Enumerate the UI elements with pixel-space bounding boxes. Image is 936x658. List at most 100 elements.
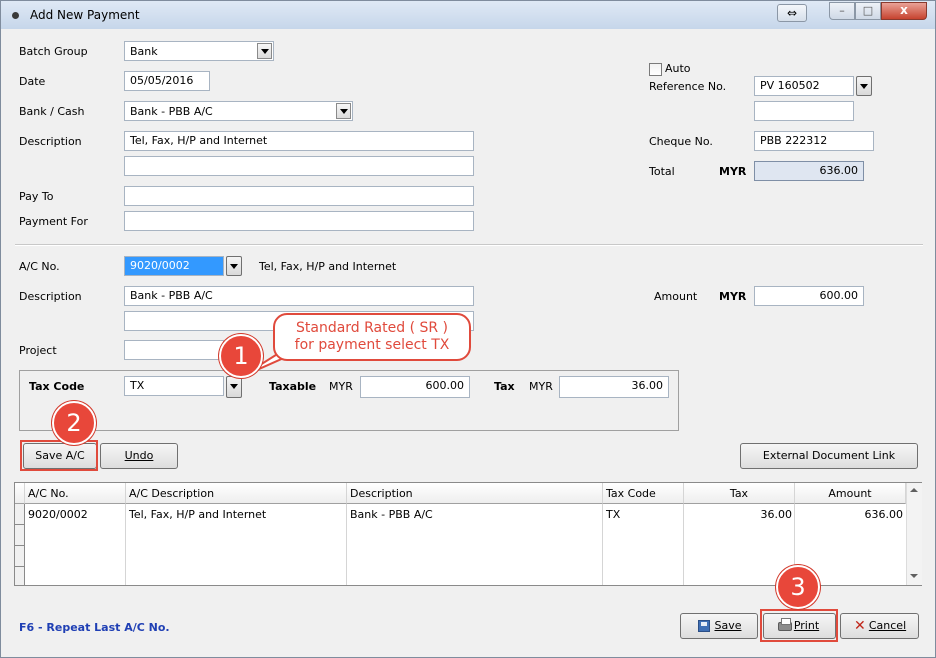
date-label: Date <box>19 75 46 88</box>
bank-cash-value: Bank - PBB A/C <box>130 105 213 118</box>
close-button[interactable]: x <box>881 2 927 20</box>
auto-label[interactable]: Auto <box>665 62 691 75</box>
taxable-label: Taxable <box>269 380 317 393</box>
ac-name: Tel, Fax, H/P and Internet <box>259 260 397 273</box>
description-field-line2[interactable] <box>124 156 474 176</box>
grid-row-header-corner <box>15 483 25 504</box>
save-ac-highlight <box>20 440 98 471</box>
step-badge-2: 2 <box>52 401 96 445</box>
reference-no-label: Reference No. <box>649 80 727 93</box>
close-icon: x <box>900 3 908 17</box>
callout-line-2: for payment select TX <box>294 337 450 353</box>
floppy-disk-icon <box>698 620 710 632</box>
pay-to-field[interactable] <box>124 186 474 206</box>
column-header-tax-code[interactable]: Tax Code <box>603 483 684 504</box>
total-label: Total <box>649 165 675 178</box>
scroll-up-icon[interactable] <box>910 488 918 492</box>
detail-description-field[interactable]: Bank - PBB A/C <box>124 286 474 306</box>
bank-cash-dropdown-arrow[interactable] <box>336 103 351 119</box>
bank-cash-label: Bank / Cash <box>19 105 85 118</box>
column-header-tax[interactable]: Tax <box>684 483 795 504</box>
bank-cash-select[interactable]: Bank - PBB A/C <box>124 101 353 121</box>
minimize-icon: – <box>839 4 845 17</box>
pay-to-label: Pay To <box>19 190 54 203</box>
column-header-description[interactable]: Description <box>347 483 603 504</box>
amount-label: Amount <box>654 290 698 303</box>
section-divider <box>15 244 923 246</box>
batch-group-label: Batch Group <box>19 45 88 58</box>
cell-tax-code: TX <box>606 508 621 521</box>
grid-vertical-scrollbar[interactable] <box>906 483 922 585</box>
callout-line-1: Standard Rated ( SR ) <box>295 320 449 336</box>
total-currency: MYR <box>719 165 747 178</box>
save-button-label: Save <box>714 619 742 632</box>
external-document-link-button[interactable]: External Document Link <box>740 443 918 469</box>
cell-tax: 36.00 <box>760 508 793 521</box>
tax-code-field[interactable]: TX <box>124 376 224 396</box>
grid-row-header[interactable] <box>15 525 25 546</box>
cancel-button-label: Cancel <box>868 619 907 632</box>
amount-field[interactable]: 600.00 <box>754 286 864 306</box>
description-label: Description <box>19 135 82 148</box>
cell-ac-description: Tel, Fax, H/P and Internet <box>129 508 267 521</box>
undo-button[interactable]: Undo <box>100 443 178 469</box>
chevron-down-icon <box>230 384 238 389</box>
grid-row-header[interactable] <box>15 504 25 525</box>
add-new-payment-window: Add New Payment ⇔ – □ x Batch Group Bank… <box>0 0 936 658</box>
description-field[interactable]: Tel, Fax, H/P and Internet <box>124 131 474 151</box>
ac-no-field[interactable]: 9020/0002 <box>124 256 224 276</box>
cancel-button[interactable]: ✕ Cancel <box>840 613 919 639</box>
taxable-currency: MYR <box>329 380 353 393</box>
reference-no-field-line2[interactable] <box>754 101 854 121</box>
tax-label: Tax <box>494 380 515 393</box>
project-field[interactable] <box>124 340 224 360</box>
grid-row-header[interactable] <box>15 546 25 567</box>
total-amount-field: 636.00 <box>754 161 864 181</box>
column-header-ac-description[interactable]: A/C Description <box>126 483 347 504</box>
tax-code-label: Tax Code <box>29 380 85 393</box>
restore-arrows-icon: ⇔ <box>786 6 798 20</box>
minimize-button[interactable]: – <box>829 2 855 20</box>
column-header-amount[interactable]: Amount <box>795 483 906 504</box>
batch-group-select[interactable]: Bank <box>124 41 274 61</box>
grid-row-header[interactable] <box>15 567 25 585</box>
step-badge-3: 3 <box>776 565 820 609</box>
cell-description: Bank - PBB A/C <box>350 508 433 521</box>
undo-button-label: Undo <box>124 449 154 462</box>
detail-description-label: Description <box>19 290 82 303</box>
maximize-button[interactable]: □ <box>855 2 881 20</box>
date-field[interactable]: 05/05/2016 <box>124 71 210 91</box>
chevron-down-icon <box>261 49 269 54</box>
table-row[interactable]: 9020/0002 Tel, Fax, H/P and Internet Ban… <box>25 504 906 525</box>
batch-group-value: Bank <box>130 45 158 58</box>
tax-code-dropdown-button[interactable] <box>226 376 242 398</box>
auto-checkbox[interactable] <box>649 63 662 76</box>
cell-ac-no: 9020/0002 <box>28 508 88 521</box>
payment-for-field[interactable] <box>124 211 474 231</box>
reference-no-dropdown-button[interactable] <box>856 76 872 96</box>
scroll-down-icon[interactable] <box>910 574 918 578</box>
cheque-no-label: Cheque No. <box>649 135 713 148</box>
amount-currency: MYR <box>719 290 747 303</box>
step-badge-1: 1 <box>219 334 263 378</box>
cancel-x-icon: ✕ <box>854 618 866 634</box>
reference-no-field[interactable]: PV 160502 <box>754 76 854 96</box>
chevron-down-icon <box>860 84 868 89</box>
maximize-icon: □ <box>862 4 874 17</box>
save-button[interactable]: Save <box>680 613 758 639</box>
window-title: Add New Payment <box>30 8 140 22</box>
ac-no-label: A/C No. <box>19 260 60 273</box>
ac-no-dropdown-button[interactable] <box>226 256 242 276</box>
external-document-link-label: External Document Link <box>762 449 896 462</box>
column-header-ac-no[interactable]: A/C No. <box>25 483 126 504</box>
taxable-amount-field[interactable]: 600.00 <box>360 376 470 398</box>
title-bar: Add New Payment ⇔ – □ x <box>1 1 935 29</box>
cheque-no-field[interactable]: PBB 222312 <box>754 131 874 151</box>
tax-currency: MYR <box>529 380 553 393</box>
batch-group-dropdown-arrow[interactable] <box>257 43 272 59</box>
tax-amount-field[interactable]: 36.00 <box>559 376 669 398</box>
restore-arrows-button[interactable]: ⇔ <box>777 4 807 22</box>
print-highlight <box>760 609 838 642</box>
chevron-down-icon <box>230 264 238 269</box>
project-label: Project <box>19 344 57 357</box>
